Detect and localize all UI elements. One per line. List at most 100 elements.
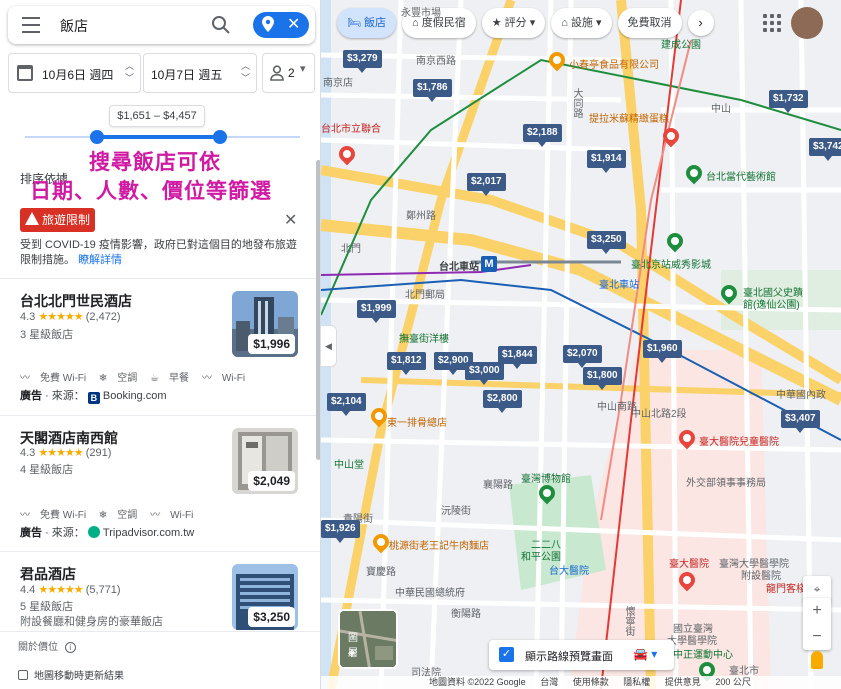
price-marker[interactable]: $1,732: [769, 90, 808, 113]
update-on-move-checkbox[interactable]: [18, 670, 28, 680]
hotel-photo[interactable]: $2,049: [232, 428, 298, 494]
results-panel: 飯店 ✕ 10月6日 週四 ︿ ﹀ 10月7日 週五 ︿ ﹀ 2 ▾ $1,651 …: [0, 0, 321, 689]
chip-label: 設施: [570, 17, 593, 29]
chip-free-cancellation[interactable]: 免費取消: [617, 8, 682, 38]
scale-label[interactable]: 200 公尺: [715, 677, 751, 687]
region-label[interactable]: 台灣: [540, 677, 558, 687]
source-name[interactable]: Booking.com: [103, 390, 167, 402]
zoom-out-button[interactable]: −: [803, 624, 831, 650]
learn-more-link[interactable]: 瞭解詳情: [78, 254, 122, 266]
price-marker[interactable]: $3,407: [781, 410, 820, 433]
info-icon[interactable]: i: [64, 642, 76, 653]
price-marker[interactable]: $1,914: [587, 150, 626, 173]
price-marker[interactable]: $1,926: [321, 520, 360, 543]
amenity: Wi-Fi: [170, 510, 194, 521]
price-marker[interactable]: $1,999: [357, 300, 396, 323]
apps-grid-icon[interactable]: [763, 14, 781, 32]
street-label: 中山南路: [597, 402, 637, 413]
route-preview-toggle[interactable]: ✓ 顯示路線預覽畫面 🚘 ▾: [489, 640, 674, 670]
price-slider-max-handle[interactable]: [213, 130, 228, 144]
hotel-price: $1,996: [248, 334, 295, 354]
checkout-stepper-icon[interactable]: ︿ ﹀: [241, 60, 250, 84]
privacy-link[interactable]: 隱私權: [623, 677, 650, 687]
price-marker[interactable]: $1,960: [643, 340, 682, 363]
hotel-name[interactable]: 君品酒店: [20, 564, 76, 584]
place-label: 中正運動中心: [673, 650, 733, 661]
chip-amenities[interactable]: ⌂ 設施 ▾: [551, 8, 612, 38]
source-name[interactable]: Tripadvisor.com.tw: [103, 527, 194, 539]
chip-label: 免費取消: [627, 17, 672, 29]
price-marker[interactable]: $1,844: [498, 346, 537, 369]
hotel-name[interactable]: 台北北門世民酒店: [20, 291, 132, 311]
search-input[interactable]: 飯店: [60, 16, 88, 36]
wifi-icon: 〰: [20, 510, 30, 521]
review-count: (291): [85, 447, 112, 459]
street-label: 懷寧街: [623, 606, 634, 636]
zoom-in-button[interactable]: +: [803, 598, 831, 624]
price-marker[interactable]: $3,000: [465, 362, 504, 385]
checkin-stepper-icon[interactable]: ︿ ﹀: [125, 60, 134, 84]
dismiss-icon[interactable]: ✕: [284, 210, 297, 230]
price-marker[interactable]: $1,800: [583, 367, 622, 390]
street-label: 大同路: [571, 88, 582, 118]
price-marker[interactable]: $2,017: [467, 173, 506, 196]
map-canvas[interactable]: 🛏 飯店 ⌂ 度假民宿 ★ 評分 ▾ ⌂ 設施 ▾ 免費取消 › 永豐市場 南京…: [321, 0, 841, 689]
update-on-move-option[interactable]: 地圖移動時更新結果: [18, 667, 124, 682]
hotel-name[interactable]: 天閣酒店南西館: [20, 428, 118, 448]
search-icon[interactable]: [211, 15, 231, 35]
hotel-class: 5 星級飯店: [20, 601, 74, 613]
chevron-right-icon[interactable]: ›: [687, 10, 714, 36]
dropdown-arrow-icon: ▾: [592, 17, 602, 29]
collapse-panel-button[interactable]: ◀: [321, 325, 337, 367]
checkout-date[interactable]: 10月7日 週五 ︿ ﹀: [143, 53, 257, 93]
place-label: 中華民國總統府: [395, 588, 465, 599]
hotel-card[interactable]: 台北北門世民酒店 4.3 ★★★★★ (2,472) 3 星級飯店 $1,996…: [0, 278, 315, 415]
app-root: 飯店 ✕ 10月6日 週四 ︿ ﹀ 10月7日 週五 ︿ ﹀ 2 ▾ $1,651 …: [0, 0, 841, 689]
place-label: 撫臺街洋樓: [399, 334, 449, 345]
hotel-photo[interactable]: $1,996: [232, 291, 298, 357]
street-label: 寶慶路: [366, 567, 396, 578]
terms-link[interactable]: 使用條款: [573, 677, 609, 687]
price-marker[interactable]: $2,104: [327, 393, 366, 416]
avatar[interactable]: [791, 7, 823, 39]
pegman-icon[interactable]: [811, 651, 823, 669]
hotel-photo[interactable]: $3,250: [232, 564, 298, 630]
place-label: 和平公園: [521, 552, 561, 563]
checkbox-checked-icon[interactable]: ✓: [499, 647, 514, 662]
car-icon[interactable]: 🚘 ▾: [633, 647, 657, 661]
price-marker[interactable]: $2,070: [563, 345, 602, 368]
close-icon[interactable]: ✕: [287, 14, 300, 34]
price-marker[interactable]: $3,250: [587, 231, 626, 254]
price-marker[interactable]: $1,812: [387, 352, 426, 375]
price-marker[interactable]: $1,786: [413, 79, 452, 102]
covid-text: 受到 COVID-19 疫情影響，政府已對這個目的地發布旅遊限制措施。: [20, 239, 297, 266]
layers-button[interactable]: ◈ 圖層: [338, 609, 398, 669]
location-pin-icon[interactable]: [262, 16, 274, 37]
covid-notice: 受到 COVID-19 疫情影響，政府已對這個目的地發布旅遊限制措施。 瞭解詳情: [20, 238, 305, 268]
hotel-card[interactable]: 天閣酒店南西館 4.3 ★★★★★ (291) 4 星級飯店 $2,049 〰免…: [0, 415, 315, 552]
street-label: 沅陵街: [441, 506, 471, 517]
guests-selector[interactable]: 2 ▾: [262, 53, 315, 93]
price-marker[interactable]: $2,188: [523, 124, 562, 147]
divider: [0, 631, 320, 632]
metro-station-icon[interactable]: M: [481, 256, 497, 272]
price-marker[interactable]: $3,279: [343, 50, 382, 73]
travel-badge-label: 旅遊限制: [42, 213, 91, 227]
chip-hotels[interactable]: 🛏 飯店: [337, 8, 397, 38]
price-slider-min-handle[interactable]: [89, 130, 104, 144]
price-slider-range: [96, 135, 221, 139]
price-marker[interactable]: $2,800: [483, 390, 522, 413]
menu-icon[interactable]: [22, 17, 40, 33]
chip-rating[interactable]: ★ 評分 ▾: [481, 8, 546, 38]
about-price-label[interactable]: 關於價位 i: [18, 638, 76, 653]
category-chip-bar: 🛏 飯店 ⌂ 度假民宿 ★ 評分 ▾ ⌂ 設施 ▾ 免費取消 ›: [337, 8, 714, 40]
wifi-icon: 〰: [150, 510, 161, 521]
checkin-date[interactable]: 10月6日 週四 ︿ ﹀: [8, 53, 141, 93]
price-marker[interactable]: $3,742: [809, 138, 841, 161]
checkin-label: 10月6日 週四: [42, 68, 114, 82]
hotel-card[interactable]: 君品酒店 4.4 ★★★★★ (5,771) 5 星級飯店 附設餐廳和健身房的豪…: [0, 551, 315, 631]
feedback-link[interactable]: 提供意見: [665, 677, 701, 687]
search-box[interactable]: 飯店 ✕: [8, 6, 315, 44]
rating-stars-icon: ★★★★★: [38, 311, 83, 323]
ad-label: 廣告: [20, 390, 42, 402]
